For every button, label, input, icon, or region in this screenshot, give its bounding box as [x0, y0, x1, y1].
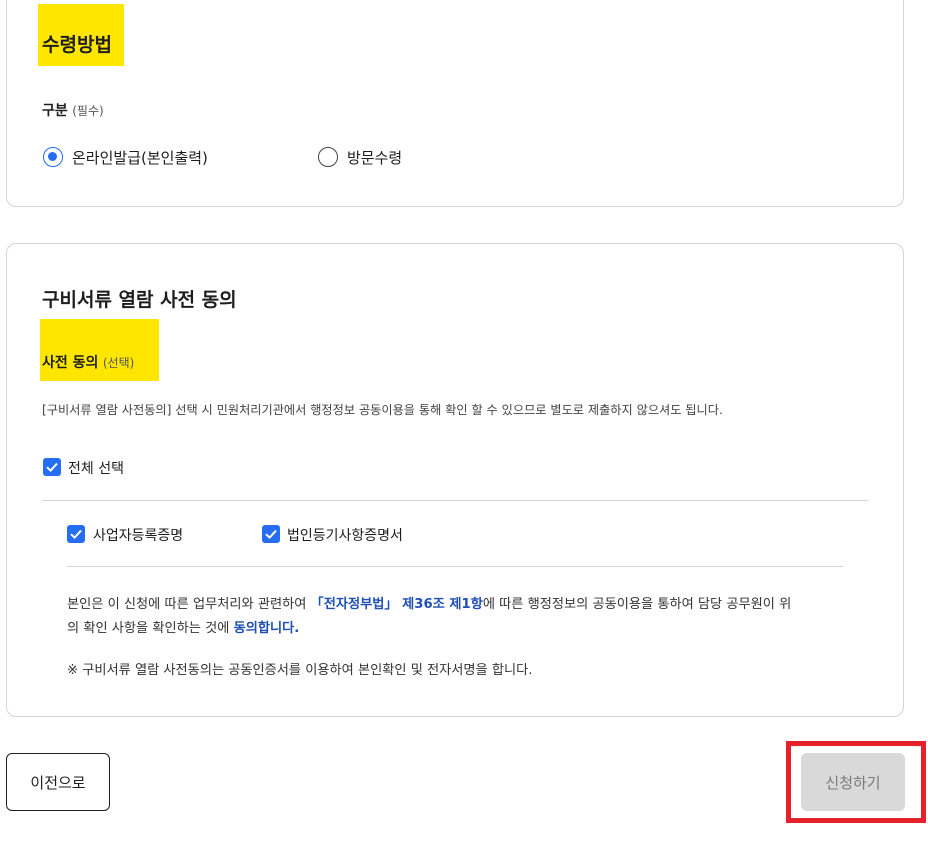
apply-button[interactable]: 신청하기 [801, 753, 905, 811]
radio-online-issue[interactable] [43, 147, 63, 167]
consent-subtitle: 사전 동의 [42, 355, 99, 371]
agreement-prefix: 본인은 이 신청에 따른 업무처리와 관련하여 [67, 597, 311, 612]
consent-card [6, 243, 904, 717]
required-note: (필수) [72, 104, 104, 118]
radio-visit-pickup[interactable] [318, 147, 338, 167]
law-reference: 「전자정부법」 제36조 제1항 [310, 597, 483, 612]
consent-description: [구비서류 열람 사전동의] 선택 시 민원처리기관에서 행정정보 공동이용을 … [42, 403, 723, 417]
optional-note: (선택) [102, 356, 135, 370]
checkmark-icon [46, 462, 58, 473]
corporate-registry-label[interactable]: 법인등기사항증명서 [287, 525, 403, 545]
receipt-method-title: 수령방법 [42, 34, 112, 56]
radio-online-issue-label[interactable]: 온라인발급(본인출력) [72, 147, 208, 168]
checkmark-icon [70, 529, 82, 540]
select-all-label[interactable]: 전체 선택 [68, 458, 124, 478]
radio-visit-pickup-label[interactable]: 방문수령 [347, 147, 402, 168]
consent-subtitle-row: 사전 동의 (선택) [42, 352, 134, 372]
consent-title: 구비서류 열람 사전 동의 [42, 289, 237, 311]
checkmark-icon [265, 529, 277, 540]
divider [42, 500, 868, 501]
agreement-middle-1: 에 따른 행정정보의 공동이용을 통하여 담당 공무원이 위 [482, 597, 792, 612]
category-label: 구분 [42, 103, 68, 119]
business-registration-label[interactable]: 사업자등록증명 [93, 525, 183, 545]
checkbox-business-registration[interactable] [67, 525, 85, 543]
agreement-middle-2: 의 확인 사항을 확인하는 것에 [67, 621, 234, 636]
consent-notice: ※ 구비서류 열람 사전동의는 공동인증서를 이용하여 본인확인 및 전자서명을… [67, 663, 533, 678]
checkbox-corporate-registry[interactable] [262, 525, 280, 543]
receipt-method-card [6, 0, 904, 207]
category-label-row: 구분 (필수) [42, 100, 104, 120]
select-all-checkbox[interactable] [43, 458, 61, 476]
agree-text: 동의합니다. [233, 621, 300, 636]
prev-button[interactable]: 이전으로 [6, 753, 110, 811]
divider [67, 566, 843, 567]
agreement-text: 본인은 이 신청에 따른 업무처리와 관련하여 「전자정부법」 제36조 제1항… [67, 593, 791, 641]
